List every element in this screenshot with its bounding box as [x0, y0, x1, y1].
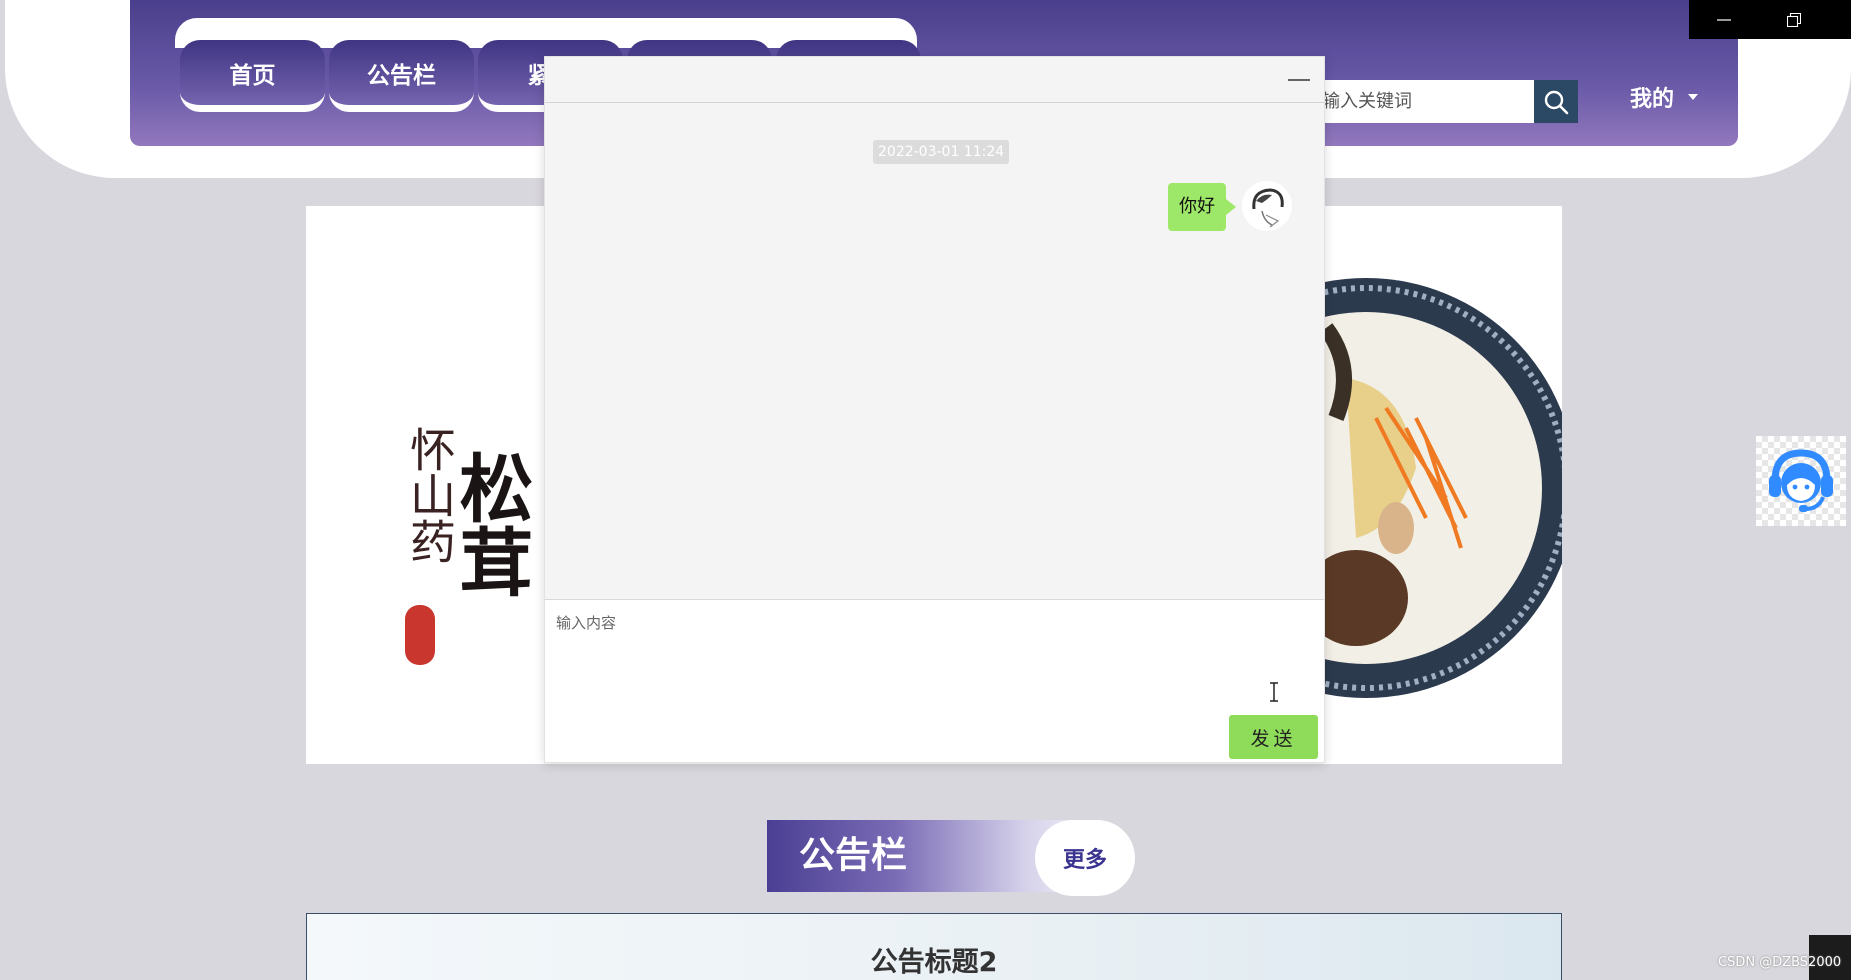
nav-item-home[interactable]: 首页 — [180, 40, 325, 112]
search-button[interactable] — [1534, 80, 1578, 123]
customer-service-button[interactable] — [1756, 436, 1846, 526]
nav-item-notice[interactable]: 公告栏 — [329, 40, 474, 112]
avatar-sketch-icon — [1252, 188, 1284, 228]
chat-composer: 发送 — [545, 599, 1324, 762]
banner-calligraphy-main: 松茸 — [447, 450, 533, 598]
watermark: CSDN @DZBS2000 — [1718, 955, 1842, 970]
search-icon — [1544, 90, 1569, 114]
chat-minimize-button[interactable] — [1286, 71, 1312, 89]
notice-item-title: 公告标题2 — [870, 947, 998, 978]
avatar — [1242, 181, 1292, 231]
red-seal-stamp — [405, 605, 435, 665]
more-button[interactable]: 更多 — [1035, 820, 1135, 896]
window-controls — [1689, 0, 1851, 39]
restore-icon — [1787, 12, 1801, 27]
minimize-icon — [1717, 18, 1731, 21]
send-button[interactable]: 发送 — [1229, 715, 1318, 759]
notice-card[interactable]: 公告标题2 — [306, 913, 1562, 980]
banner-food-plate — [1316, 278, 1562, 698]
chevron-down-icon — [1688, 94, 1699, 100]
search-input[interactable] — [1310, 80, 1534, 123]
text-cursor-icon — [1270, 682, 1278, 702]
chat-message-list[interactable]: 2022-03-01 11:24 你好 — [545, 103, 1324, 599]
message-timestamp: 2022-03-01 11:24 — [873, 140, 1010, 164]
chat-message-bubble: 你好 — [1168, 183, 1236, 231]
chat-dialog: 2022-03-01 11:24 你好 发送 — [544, 56, 1325, 763]
notice-section-header: 公告栏 更多 — [767, 820, 1135, 896]
banner-calligraphy-side: 怀山药 — [403, 426, 457, 564]
minimize-icon — [1288, 79, 1310, 81]
user-menu[interactable]: 我的 — [1630, 80, 1699, 114]
headset-agent-icon — [1769, 449, 1833, 512]
chat-message-input[interactable] — [545, 600, 1324, 710]
minimize-window-button[interactable] — [1689, 0, 1759, 39]
user-menu-label: 我的 — [1630, 87, 1675, 112]
restore-window-button[interactable] — [1759, 0, 1829, 39]
chat-titlebar — [545, 57, 1324, 103]
